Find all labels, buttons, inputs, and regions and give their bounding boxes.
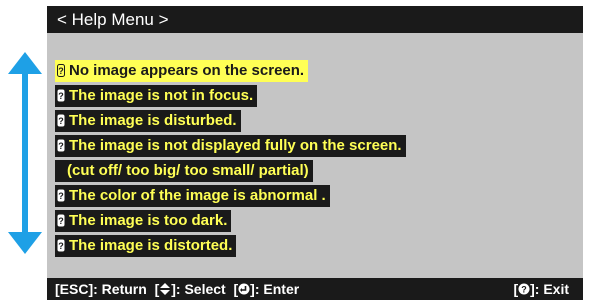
svg-text:?: ? xyxy=(58,91,64,101)
esc-key-label: [ESC] xyxy=(55,281,94,297)
svg-text:?: ? xyxy=(58,241,64,251)
svg-text:?: ? xyxy=(58,66,64,76)
menu-item-disturbed[interactable]: ? The image is disturbed. xyxy=(55,110,406,134)
svg-text:?: ? xyxy=(58,191,64,201)
menu-item-sublabel: (cut off/ too big/ too small/ partial) xyxy=(55,160,406,184)
question-icon: ? xyxy=(57,114,65,127)
question-icon: ? xyxy=(57,64,65,77)
menu-item-distorted[interactable]: ? The image is distorted. xyxy=(55,235,406,259)
svg-text:?: ? xyxy=(58,141,64,151)
help-menu-list: ? No image appears on the screen. ? The im… xyxy=(55,60,406,260)
menu-item-label: The image is not displayed fully on the … xyxy=(69,137,402,154)
menu-item-highlight: ? The image is disturbed. xyxy=(55,110,241,132)
enter-hint: ]: Enter xyxy=(250,281,300,297)
question-icon: ? xyxy=(57,89,65,102)
footer-bar: [ESC]: Return []: Select []: Enter [?]: … xyxy=(47,278,583,300)
menu-item-highlight: ? No image appears on the screen. xyxy=(55,60,309,82)
menu-item-color-abnormal[interactable]: ? The color of the image is abnormal . xyxy=(55,185,406,209)
menu-item-label: The image is distorted. xyxy=(69,237,233,254)
menu-item-not-in-focus[interactable]: ? The image is not in focus. xyxy=(55,85,406,109)
svg-text:?: ? xyxy=(521,285,527,295)
exit-hint: [?]: Exit xyxy=(513,278,569,300)
menu-item-no-image[interactable]: ? No image appears on the screen. xyxy=(55,60,406,84)
menu-item-highlight: ? The image is not displayed fully on the… xyxy=(55,135,406,157)
menu-item-highlight: ? The color of the image is abnormal . xyxy=(55,185,330,207)
menu-item-highlight: ? The image is not in focus. xyxy=(55,85,258,107)
menu-item-too-dark[interactable]: ? The image is too dark. xyxy=(55,210,406,234)
menu-item-sublabel-text: (cut off/ too big/ too small/ partial) xyxy=(55,160,313,182)
question-icon: ? xyxy=(57,189,65,202)
menu-item-highlight: ? The image is too dark. xyxy=(55,210,232,232)
up-down-arrow-icon xyxy=(8,52,42,254)
return-hint: : Return xyxy=(93,281,147,297)
menu-item-highlight: ? The image is distorted. xyxy=(55,235,237,257)
menu-item-label: The image is disturbed. xyxy=(69,112,237,129)
footer-hints: [ESC]: Return []: Select []: Enter xyxy=(55,278,299,300)
enter-icon xyxy=(238,283,250,295)
exit-hint-text: ]: Exit xyxy=(530,281,569,297)
select-hint: ]: Select xyxy=(171,281,226,297)
menu-item-label: The image is too dark. xyxy=(69,212,228,229)
question-icon: ? xyxy=(57,239,65,252)
up-down-triangle-icon xyxy=(160,283,171,295)
svg-text:?: ? xyxy=(58,216,64,226)
svg-text:?: ? xyxy=(58,116,64,126)
menu-item-label: The image is not in focus. xyxy=(69,87,254,104)
page-title: < Help Menu > xyxy=(47,6,583,33)
menu-item-label: The color of the image is abnormal . xyxy=(69,187,326,204)
menu-item-not-displayed-fully[interactable]: ? The image is not displayed fully on the… xyxy=(55,135,406,159)
help-icon: ? xyxy=(518,283,530,295)
menu-item-label: No image appears on the screen. xyxy=(69,62,305,79)
help-menu-panel: < Help Menu > ? No image appears on the s… xyxy=(47,6,583,300)
question-icon: ? xyxy=(57,139,65,152)
question-icon: ? xyxy=(57,214,65,227)
